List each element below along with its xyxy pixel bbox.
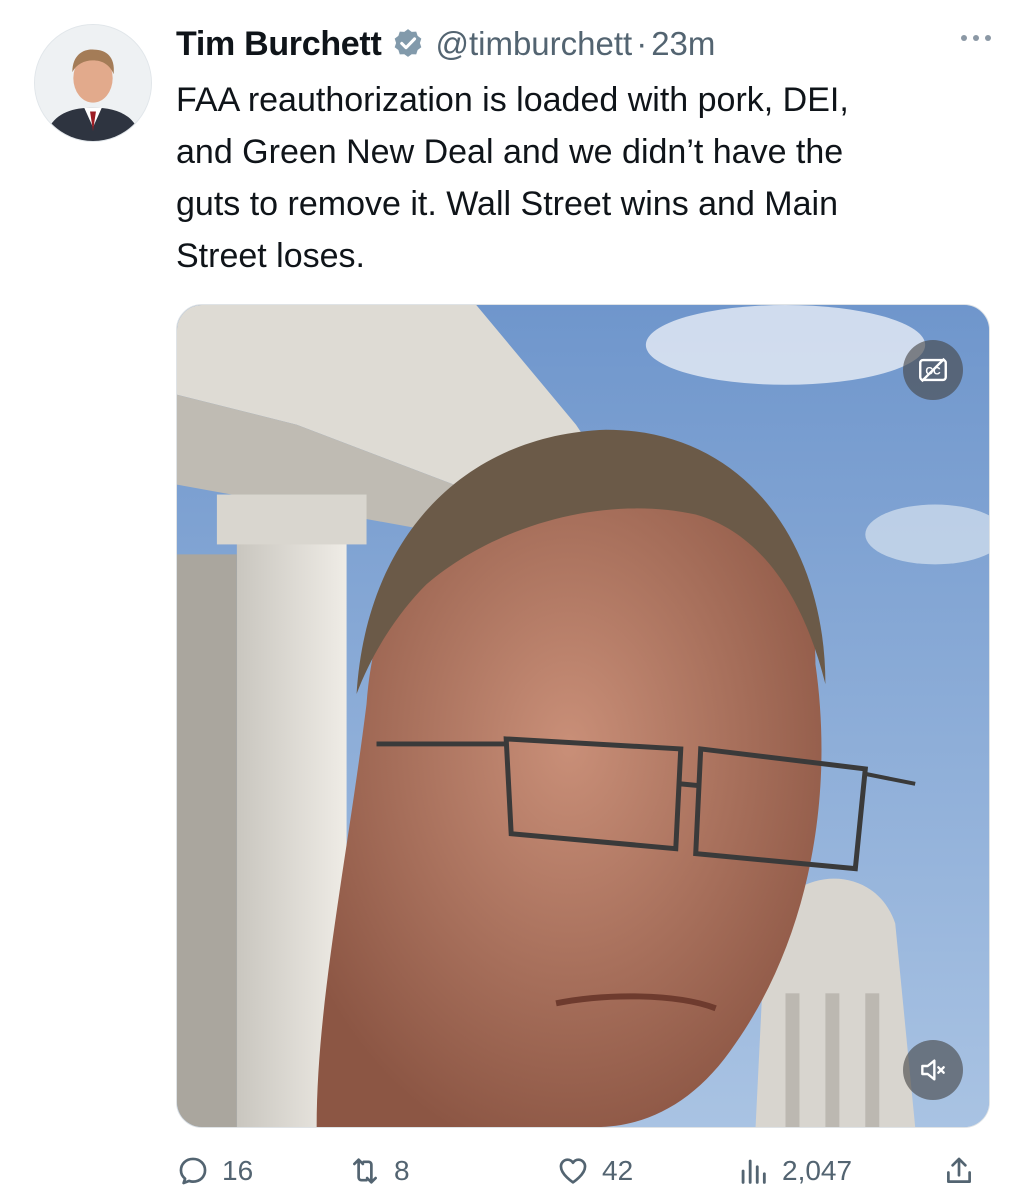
heart-icon (559, 1158, 587, 1184)
like-button[interactable]: 42 (556, 1148, 633, 1194)
tweet: Tim Burchett @timburchett · 23m FAA reau… (0, 0, 1022, 1200)
share-icon (947, 1157, 971, 1183)
more-options-icon[interactable] (956, 26, 996, 50)
captions-button[interactable]: CC (903, 340, 963, 400)
timestamp[interactable]: 23m (651, 25, 715, 63)
repost-icon (353, 1158, 377, 1184)
video-player[interactable]: CC (176, 304, 990, 1128)
view-count: 2,047 (782, 1155, 853, 1186)
avatar[interactable] (34, 24, 152, 142)
reply-button[interactable]: 16 (176, 1148, 253, 1194)
reply-icon (179, 1157, 207, 1185)
volume-muted-icon (921, 1059, 945, 1081)
share-button[interactable] (942, 1148, 976, 1194)
captions-off-icon: CC (919, 357, 947, 383)
like-count: 42 (602, 1155, 634, 1186)
avatar-portrait (35, 25, 151, 141)
repost-button[interactable]: 8 (348, 1148, 410, 1194)
author-name[interactable]: Tim Burchett (176, 25, 382, 64)
author-handle[interactable]: @timburchett (435, 25, 632, 63)
separator-dot: · (636, 25, 648, 62)
mute-button[interactable] (903, 1040, 963, 1100)
tweet-text: FAA reauthorization is loaded with pork,… (176, 81, 849, 275)
reply-count: 16 (222, 1155, 254, 1186)
action-bar: 16 8 42 2,047 (176, 1148, 996, 1194)
tweet-header: Tim Burchett @timburchett · 23m (176, 22, 996, 66)
views-button[interactable]: 2,047 (736, 1148, 852, 1194)
video-frame (177, 305, 989, 1127)
verified-badge-icon (395, 29, 422, 57)
repost-count: 8 (394, 1155, 410, 1186)
views-chart-icon (741, 1159, 766, 1184)
